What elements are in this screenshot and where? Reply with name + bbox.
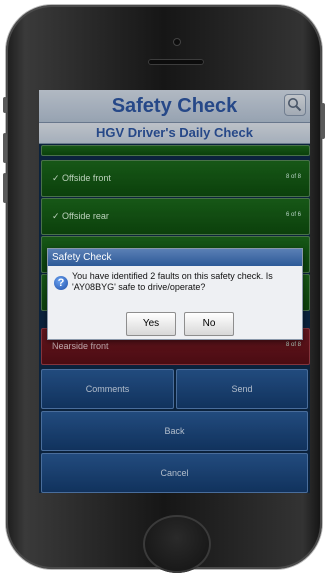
confirm-dialog: Safety Check ? You have identified 2 fau… <box>47 248 303 340</box>
question-icon: ? <box>54 276 68 290</box>
no-button[interactable]: No <box>184 312 234 336</box>
app-screen: Safety Check HGV Driver's Daily Check ✓ … <box>39 90 310 493</box>
camera-icon <box>173 38 181 46</box>
dialog-message: You have identified 2 faults on this saf… <box>72 271 273 292</box>
speaker-grille <box>148 59 204 65</box>
power-button <box>321 103 325 139</box>
dialog-title: Safety Check <box>48 249 302 266</box>
mute-switch <box>3 97 7 113</box>
yes-button[interactable]: Yes <box>126 312 176 336</box>
volume-up-button <box>3 133 7 163</box>
volume-down-button <box>3 173 7 203</box>
home-button[interactable] <box>143 515 211 573</box>
